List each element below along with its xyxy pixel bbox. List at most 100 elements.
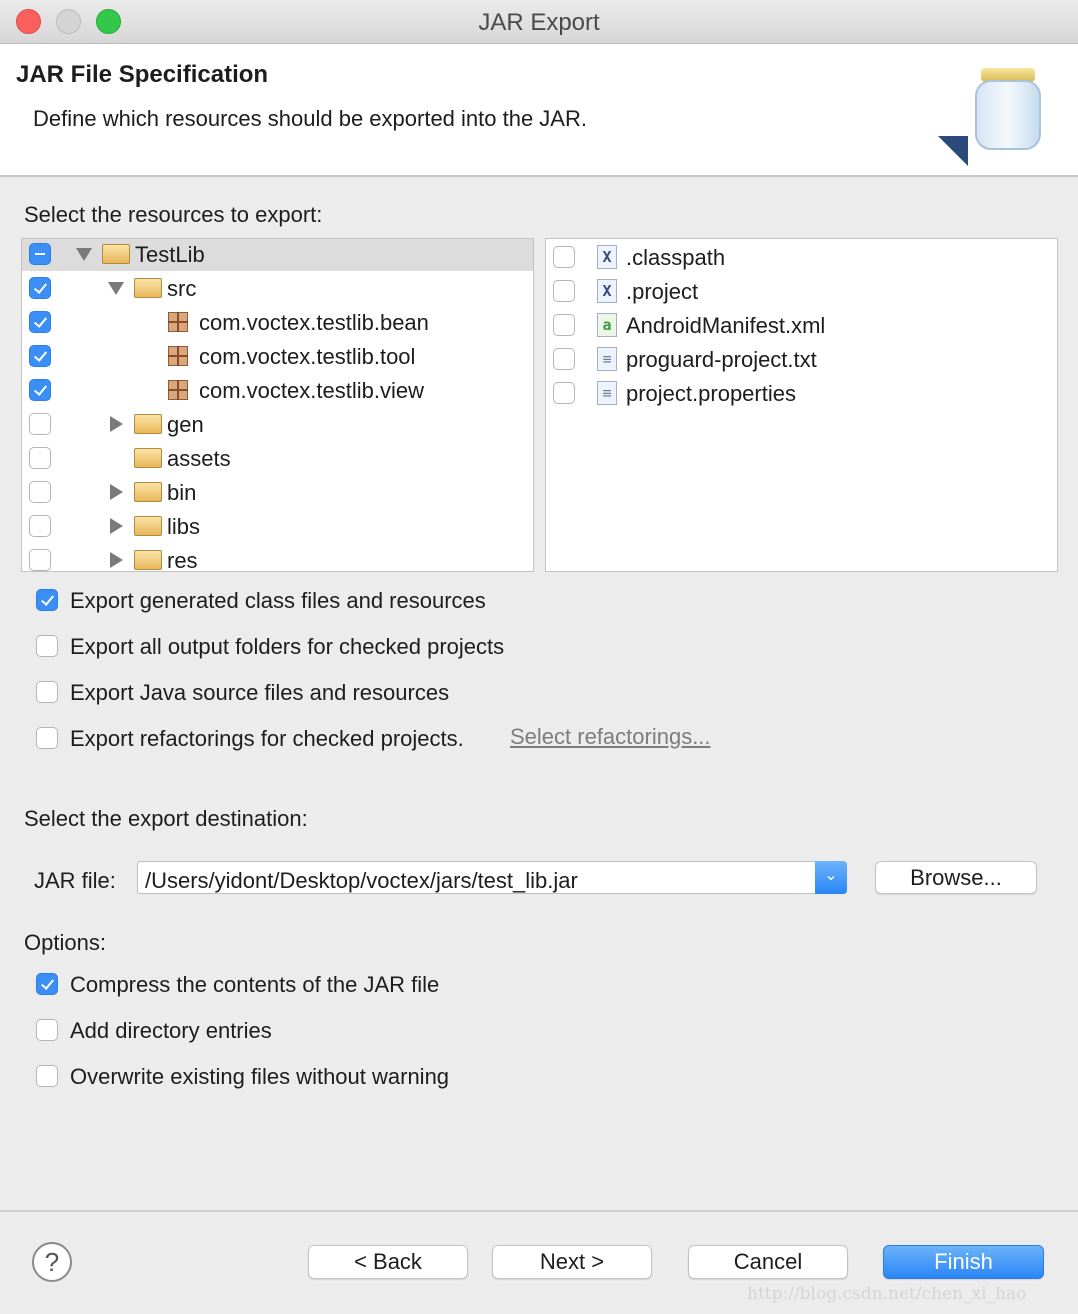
tree-checkbox[interactable] [29,345,51,367]
file-label: proguard-project.txt [626,347,817,372]
jar-icon [975,68,1041,152]
file-label: project.properties [626,381,796,406]
page-title: JAR File Specification [16,61,269,88]
help-button[interactable]: ? [32,1242,72,1282]
tree-item-label: libs [167,514,201,539]
tree-item-label: com.voctex.testlib.view [199,378,424,403]
tree-checkbox[interactable] [29,549,51,571]
next-button[interactable]: Next > [492,1245,652,1279]
disclosure-right-icon[interactable] [110,484,123,500]
file-label: AndroidManifest.xml [626,313,826,338]
tree-item-label: bin [167,480,197,505]
file-row[interactable]: ≡ proguard-project.txt [546,342,1057,376]
file-checkbox[interactable] [553,348,575,370]
browse-button[interactable]: Browse... [875,861,1037,894]
file-row[interactable]: a AndroidManifest.xml [546,308,1057,342]
disclosure-right-icon[interactable] [110,416,123,432]
tree-item-label: src [167,276,197,301]
tree-row[interactable]: com.voctex.testlib.tool [22,339,533,373]
checkbox[interactable] [36,589,58,611]
tree-row[interactable]: src [22,271,533,305]
tree-row[interactable]: gen [22,407,533,441]
folder-icon [134,516,162,536]
jar-file-input[interactable]: /Users/yidont/Desktop/voctex/jars/test_l… [145,868,578,894]
source-folder-icon [134,278,162,298]
file-row[interactable]: ≡ project.properties [546,376,1057,410]
jar-option-label: Add directory entries [70,1018,272,1043]
package-icon [168,312,188,332]
file-checkbox[interactable] [553,280,575,302]
back-button[interactable]: < Back [308,1245,468,1279]
disclosure-right-icon[interactable] [110,518,123,534]
watermark: http://blog.csdn.net/chen_xi_hao [747,1284,1027,1304]
file-checkbox[interactable] [553,382,575,404]
jar-option-label: Compress the contents of the JAR file [70,972,440,997]
jar-file-label: JAR file: [34,868,116,893]
title-bar: JAR Export [0,0,1078,44]
tree-checkbox[interactable] [29,243,51,265]
tree-checkbox[interactable] [29,481,51,503]
wizard-arrow-icon [938,136,968,166]
chevron-down-icon[interactable]: ⌄ [815,861,847,894]
tree-checkbox[interactable] [29,447,51,469]
tree-checkbox[interactable] [29,379,51,401]
tree-item-label: gen [167,412,204,437]
options-label: Options: [24,930,106,955]
tree-row[interactable]: bin [22,475,533,509]
checkbox[interactable] [36,681,58,703]
cancel-button[interactable]: Cancel [688,1245,848,1279]
file-checkbox[interactable] [553,314,575,336]
export-option-label: Export generated class files and resourc… [70,588,486,613]
tree-item-label: assets [167,446,231,471]
tree-item-label: res [167,548,198,572]
xml-file-icon: X [597,245,617,269]
tree-row[interactable]: TestLib [22,239,533,271]
export-option-label: Export all output folders for checked pr… [70,634,505,659]
tree-item-label: com.voctex.testlib.bean [199,310,429,335]
tree-row[interactable]: assets [22,441,533,475]
tree-row[interactable]: com.voctex.testlib.view [22,373,533,407]
xml-file-icon: X [597,279,617,303]
select-refactorings-link[interactable]: Select refactorings... [510,724,711,750]
jar-file-combo[interactable]: /Users/yidont/Desktop/voctex/jars/test_l… [137,861,847,894]
package-icon [168,346,188,366]
text-file-icon: ≡ [597,347,617,371]
file-row[interactable]: X .project [546,274,1057,308]
file-checkbox[interactable] [553,246,575,268]
checkbox[interactable] [36,1065,58,1087]
file-row[interactable]: X .classpath [546,240,1057,274]
file-label: .classpath [626,245,726,270]
file-list[interactable]: X .classpath X .project a AndroidManifest.xml… [545,238,1058,572]
tree-row[interactable]: com.voctex.testlib.bean [22,305,533,339]
tree-checkbox[interactable] [29,277,51,299]
export-option-label: Export Java source files and resources [70,680,450,705]
finish-button[interactable]: Finish [883,1245,1044,1279]
tree-item-label: com.voctex.testlib.tool [199,344,416,369]
resource-tree[interactable]: TestLib src com.voctex.testlib.bean com.voc… [21,238,534,572]
tree-item-label: TestLib [135,242,205,267]
package-icon [168,380,188,400]
checkbox[interactable] [36,1019,58,1041]
project-folder-icon [102,244,130,264]
disclosure-down-icon[interactable] [76,248,92,261]
tree-checkbox[interactable] [29,311,51,333]
tree-checkbox[interactable] [29,413,51,435]
text-file-icon: ≡ [597,381,617,405]
export-option-label: Export refactorings for checked projects… [70,726,464,751]
tree-row[interactable]: res [22,543,533,572]
disclosure-down-icon[interactable] [108,282,124,295]
folder-icon [134,448,162,468]
checkbox[interactable] [36,635,58,657]
android-manifest-icon: a [597,313,617,337]
tree-row[interactable]: libs [22,509,533,543]
source-folder-icon [134,414,162,434]
folder-icon [134,550,162,570]
jar-option-label: Overwrite existing files without warning [70,1064,450,1089]
checkbox[interactable] [36,973,58,995]
disclosure-right-icon[interactable] [110,552,123,568]
page-description: Define which resources should be exporte… [33,106,587,131]
tree-checkbox[interactable] [29,515,51,537]
destination-label: Select the export destination: [24,806,308,831]
checkbox[interactable] [36,727,58,749]
file-label: .project [626,279,699,304]
